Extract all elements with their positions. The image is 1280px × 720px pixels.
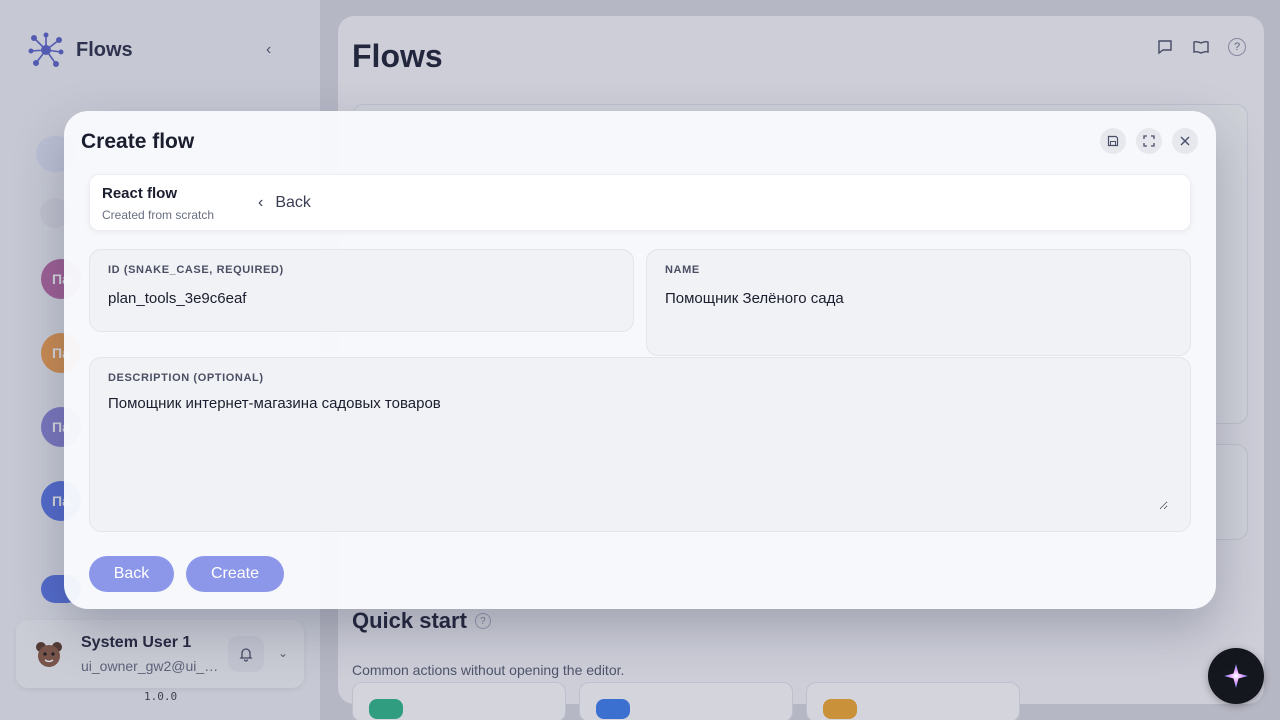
save-icon [1107,135,1119,147]
id-field-label: ID (SNAKE_CASE, REQUIRED) [108,264,284,276]
modal-title: Create flow [81,130,195,153]
flow-subtitle: Created from scratch [102,208,215,222]
flow-name: React flow [102,185,178,202]
name-field: NAME [646,249,1191,356]
close-button[interactable] [1172,128,1198,154]
flow-back-link[interactable]: ‹ Back [258,194,311,212]
flow-back-label: Back [275,194,311,211]
chevron-left-icon: ‹ [258,194,264,211]
selected-flow-bar: React flow Created from scratch ‹ Back [89,174,1191,231]
description-textarea[interactable]: Помощник интернет-магазина садовых товар… [108,395,1168,510]
save-draft-button[interactable] [1100,128,1126,154]
close-icon [1180,136,1190,146]
back-button[interactable]: Back [89,556,174,592]
id-input[interactable] [108,290,618,307]
fullscreen-button[interactable] [1136,128,1162,154]
name-field-label: NAME [665,264,700,276]
description-field-label: DESCRIPTION (OPTIONAL) [108,372,264,384]
sparkle-icon [1224,664,1248,688]
create-button[interactable]: Create [186,556,284,592]
create-flow-modal: Create flow React flow Created from scra… [64,111,1216,609]
modal-actions [1100,128,1198,154]
id-field: ID (SNAKE_CASE, REQUIRED) [89,249,634,332]
ai-assistant-button[interactable] [1208,648,1264,704]
name-input[interactable] [665,290,1175,307]
description-field: DESCRIPTION (OPTIONAL) Помощник интернет… [89,357,1191,532]
expand-icon [1143,135,1155,147]
